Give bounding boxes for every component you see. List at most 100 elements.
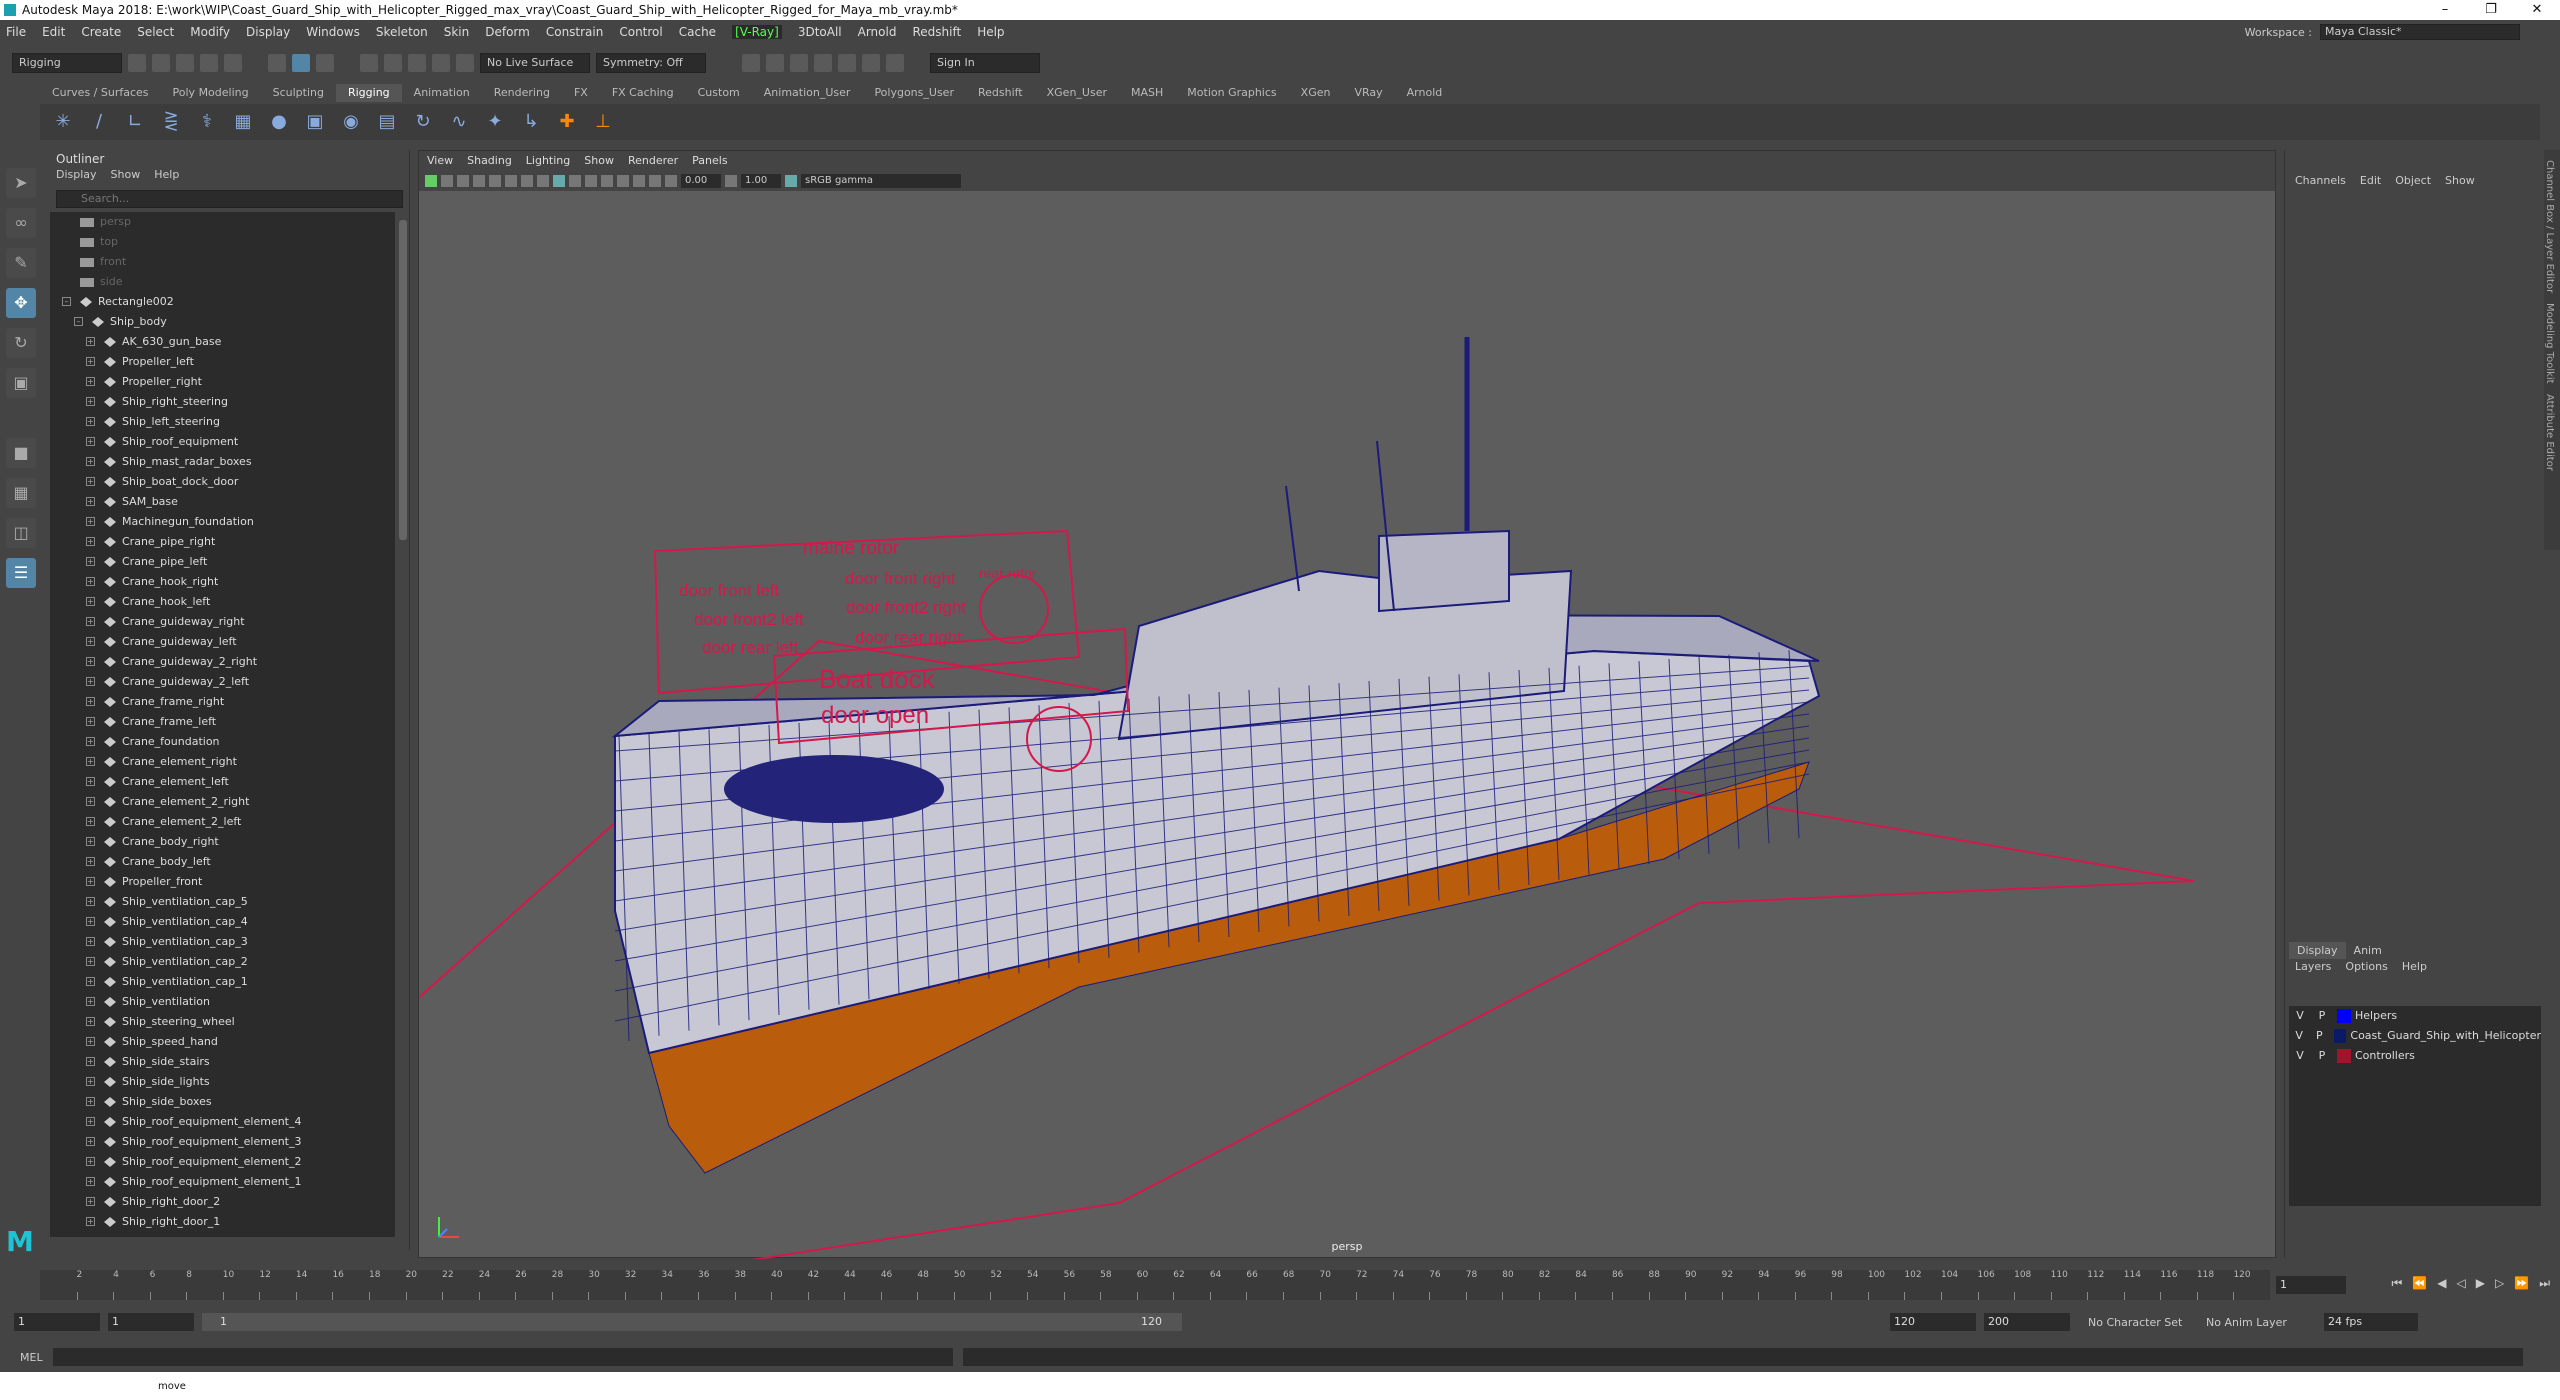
outliner-item-row[interactable]: + Ship_side_stairs xyxy=(50,1052,395,1072)
side-tab[interactable]: Channel Box / Layer Editor xyxy=(2544,160,2555,293)
time-ruler[interactable]: 2 4 6 8 10 12 14 16 18 20 22 24 26 28 30 32 34 36 38 40 42 44… xyxy=(40,1270,2270,1300)
character-set-label[interactable]: No Character Set xyxy=(2088,1316,2198,1329)
outliner-item-row[interactable]: + Ship_roof_equipment_element_2 xyxy=(50,1152,395,1172)
expand-icon[interactable]: + xyxy=(86,897,95,906)
shelf-tab[interactable]: Custom xyxy=(686,84,752,102)
outliner-item-row[interactable]: + Ship_right_door_2 xyxy=(50,1192,395,1212)
outliner-item-row[interactable]: + Crane_hook_left xyxy=(50,592,395,612)
outliner-item-row[interactable]: + Crane_pipe_right xyxy=(50,532,395,552)
pause-icon[interactable] xyxy=(886,54,904,72)
sculpt-icon[interactable]: ✦ xyxy=(482,109,508,135)
shelf-tab[interactable]: VRay xyxy=(1342,84,1394,102)
four-view-icon[interactable]: ▦ xyxy=(6,478,36,508)
two-view-icon[interactable]: ◫ xyxy=(6,518,36,548)
expand-icon[interactable]: + xyxy=(86,1057,95,1066)
expand-icon[interactable]: + xyxy=(86,437,95,446)
close-icon[interactable]: ✕ xyxy=(2514,0,2560,20)
outliner-item-row[interactable]: + SAM_base xyxy=(50,492,395,512)
shelf-tab[interactable]: Motion Graphics xyxy=(1175,84,1288,102)
expand-icon[interactable]: + xyxy=(86,537,95,546)
menu-item[interactable]: Constrain xyxy=(546,25,604,39)
outliner-item-row[interactable]: + Crane_hook_right xyxy=(50,572,395,592)
expand-icon[interactable]: + xyxy=(86,837,95,846)
menu-item[interactable]: Redshift xyxy=(912,25,961,39)
ik-spline-icon[interactable]: ∟ xyxy=(122,109,148,135)
step-back-key-icon[interactable]: ⏪ xyxy=(2412,1276,2427,1291)
outliner-item-row[interactable]: + Propeller_front xyxy=(50,872,395,892)
expand-icon[interactable]: + xyxy=(86,497,95,506)
layer-visibility-toggle[interactable]: V xyxy=(2289,1026,2309,1046)
layer-tab[interactable]: Display xyxy=(2289,942,2346,959)
lattice-icon[interactable]: ▣ xyxy=(302,109,328,135)
expand-icon[interactable]: + xyxy=(86,1117,95,1126)
menu-item[interactable]: File xyxy=(6,25,26,39)
outliner-item-row[interactable]: + Ship_ventilation_cap_4 xyxy=(50,912,395,932)
outliner-camera-row[interactable]: front xyxy=(50,252,395,272)
expand-icon[interactable]: + xyxy=(86,1177,95,1186)
parent-constraint-icon[interactable]: ✚ xyxy=(554,109,580,135)
outliner-item-row[interactable]: + Crane_element_right xyxy=(50,752,395,772)
mirror-joint-icon[interactable]: ⚕ xyxy=(194,109,220,135)
outliner-item-row[interactable]: + Crane_guideway_2_left xyxy=(50,672,395,692)
expand-icon[interactable]: + xyxy=(86,1137,95,1146)
shelf-tab[interactable]: Sculpting xyxy=(261,84,336,102)
side-tab[interactable]: Modeling Toolkit xyxy=(2544,303,2555,384)
outliner-item-row[interactable]: + Ship_roof_equipment xyxy=(50,432,395,452)
exposure-field[interactable]: 0.00 xyxy=(681,174,721,188)
outliner-item-row[interactable]: + Ship_ventilation_cap_5 xyxy=(50,892,395,912)
outliner-item-row[interactable]: + Ship_left_steering xyxy=(50,412,395,432)
hypershade-icon[interactable] xyxy=(838,54,856,72)
viewport-menu-item[interactable]: Renderer xyxy=(628,151,678,171)
ambient-occlusion-icon[interactable] xyxy=(617,175,629,187)
color-management-icon[interactable] xyxy=(785,175,797,187)
shelf-tab[interactable]: Curves / Surfaces xyxy=(40,84,161,102)
playback-end-field[interactable]: 120 xyxy=(1890,1313,1976,1331)
layer-row[interactable]: V P Coast_Guard_Ship_with_Helicopter xyxy=(2289,1026,2541,1046)
expand-icon[interactable]: + xyxy=(86,617,95,626)
snap-view-icon[interactable] xyxy=(432,54,450,72)
outliner-item-row[interactable]: + Ship_side_lights xyxy=(50,1072,395,1092)
expand-icon[interactable]: + xyxy=(86,377,95,386)
shelf-tab[interactable]: Arnold xyxy=(1395,84,1455,102)
lights-icon[interactable] xyxy=(585,175,597,187)
outliner-item-row[interactable]: + Crane_pipe_left xyxy=(50,552,395,572)
shelf-tab[interactable]: Polygons_User xyxy=(862,84,966,102)
save-scene-icon[interactable] xyxy=(176,54,194,72)
channel-menu-item[interactable]: Object xyxy=(2395,174,2431,187)
expand-icon[interactable]: + xyxy=(86,857,95,866)
layer-row[interactable]: V P Controllers xyxy=(2289,1046,2541,1066)
paint-select-icon[interactable]: ✎ xyxy=(6,248,36,278)
menu-item[interactable]: Help xyxy=(977,25,1004,39)
grid-toggle-icon[interactable] xyxy=(489,175,501,187)
scene-view[interactable]: maine rotor door front left door front r… xyxy=(419,191,2277,1259)
snap-surface-icon[interactable] xyxy=(456,54,474,72)
select-hierarchy-icon[interactable] xyxy=(268,54,286,72)
outliner-item-row[interactable]: + Ship_ventilation_cap_1 xyxy=(50,972,395,992)
expand-icon[interactable]: + xyxy=(86,977,95,986)
outliner-camera-row[interactable]: side xyxy=(50,272,395,292)
outliner-item-row[interactable]: + Ship_right_steering xyxy=(50,392,395,412)
expand-icon[interactable]: + xyxy=(86,357,95,366)
outliner-item-row[interactable]: + Ship_side_boxes xyxy=(50,1092,395,1112)
expand-icon[interactable]: + xyxy=(86,397,95,406)
insert-joint-icon[interactable]: ⋛ xyxy=(158,109,184,135)
outliner-item-row[interactable]: + Ship_ventilation_cap_2 xyxy=(50,952,395,972)
snap-grid-icon[interactable] xyxy=(360,54,378,72)
shelf-tab[interactable]: MASH xyxy=(1119,84,1175,102)
menu-item[interactable]: Select xyxy=(137,25,174,39)
viewport-menu-item[interactable]: Show xyxy=(584,151,614,171)
shelf-tab[interactable]: FX xyxy=(562,84,600,102)
layer-visibility-toggle[interactable]: V xyxy=(2289,1006,2311,1026)
expand-icon[interactable]: + xyxy=(86,797,95,806)
image-plane-icon[interactable] xyxy=(473,175,485,187)
outliner-item-row[interactable]: + Crane_element_2_left xyxy=(50,812,395,832)
camera-select-icon[interactable] xyxy=(425,175,437,187)
joint-tool-icon[interactable]: ✳ xyxy=(50,109,76,135)
minimize-icon[interactable]: – xyxy=(2422,0,2468,20)
outliner-item-row[interactable]: + Crane_body_right xyxy=(50,832,395,852)
bind-skin-icon[interactable]: ▦ xyxy=(230,109,256,135)
expand-icon[interactable]: + xyxy=(86,997,95,1006)
outliner-item-row[interactable]: + Ship_roof_equipment_element_1 xyxy=(50,1172,395,1192)
expand-icon[interactable]: + xyxy=(86,597,95,606)
new-scene-icon[interactable] xyxy=(128,54,146,72)
